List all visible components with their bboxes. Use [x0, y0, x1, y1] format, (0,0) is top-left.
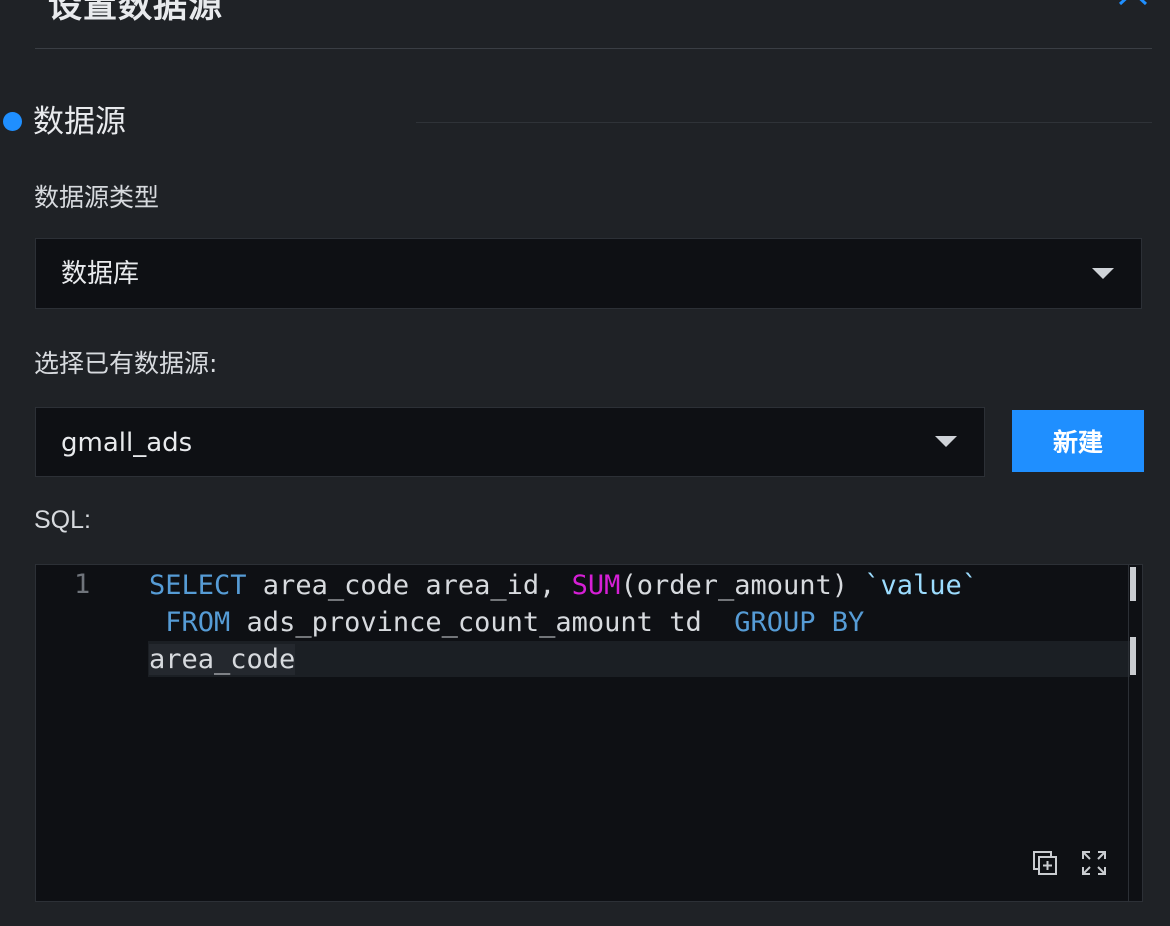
line-number: 1	[74, 569, 91, 600]
header-divider	[35, 48, 1152, 49]
existing-source-value: gmall_ads	[61, 428, 193, 458]
code-sum-arg: (order_amount)	[620, 570, 865, 601]
code-tail: area_code	[149, 644, 296, 675]
datasource-type-select[interactable]: 数据库	[35, 238, 1142, 309]
close-icon[interactable]	[1116, 0, 1150, 8]
datasource-type-value: 数据库	[61, 259, 140, 289]
cursor-marker	[1130, 637, 1136, 675]
fullscreen-icon[interactable]	[1080, 849, 1108, 877]
code-value-alias: `value`	[864, 570, 979, 601]
sql-editor[interactable]: 1 SELECT area_code area_id, SUM(order_am…	[35, 564, 1143, 902]
section-heading: 数据源	[0, 100, 1170, 144]
existing-source-label: 选择已有数据源:	[34, 349, 218, 378]
function-sum: SUM	[571, 570, 621, 601]
section-bullet-icon	[3, 112, 22, 131]
existing-source-select[interactable]: gmall_ads	[35, 407, 985, 477]
code-table: ads_province_count_amount td	[230, 607, 735, 638]
keyword-select: SELECT	[149, 570, 247, 601]
code-line-1: SELECT area_code area_id, SUM(order_amou…	[149, 567, 978, 604]
keyword-from: FROM	[165, 607, 231, 638]
scroll-thumb[interactable]	[1130, 567, 1136, 601]
sql-label: SQL:	[34, 506, 91, 534]
chevron-down-icon	[935, 436, 957, 447]
section-divider	[416, 122, 1152, 123]
editor-scrollbar[interactable]	[1128, 565, 1129, 901]
page-title: 设置数据源	[48, 0, 223, 26]
new-datasource-button[interactable]: 新建	[1012, 410, 1144, 472]
chevron-down-icon	[1092, 268, 1114, 279]
code-line-2: FROM ads_province_count_amount td GROUP …	[149, 604, 864, 641]
copy-icon[interactable]	[1031, 849, 1059, 877]
code-line-3: area_code	[149, 641, 296, 678]
datasource-type-label: 数据源类型	[34, 183, 160, 212]
section-title: 数据源	[33, 104, 126, 140]
panel-header: 设置数据源	[0, 0, 1170, 48]
datasource-settings-panel: 设置数据源 数据源 数据源类型 数据库 选择已有数据源: gmall_ads 新…	[0, 0, 1170, 926]
code-identifiers: area_code area_id,	[246, 570, 572, 601]
keyword-group-by: GROUP BY	[734, 607, 865, 638]
